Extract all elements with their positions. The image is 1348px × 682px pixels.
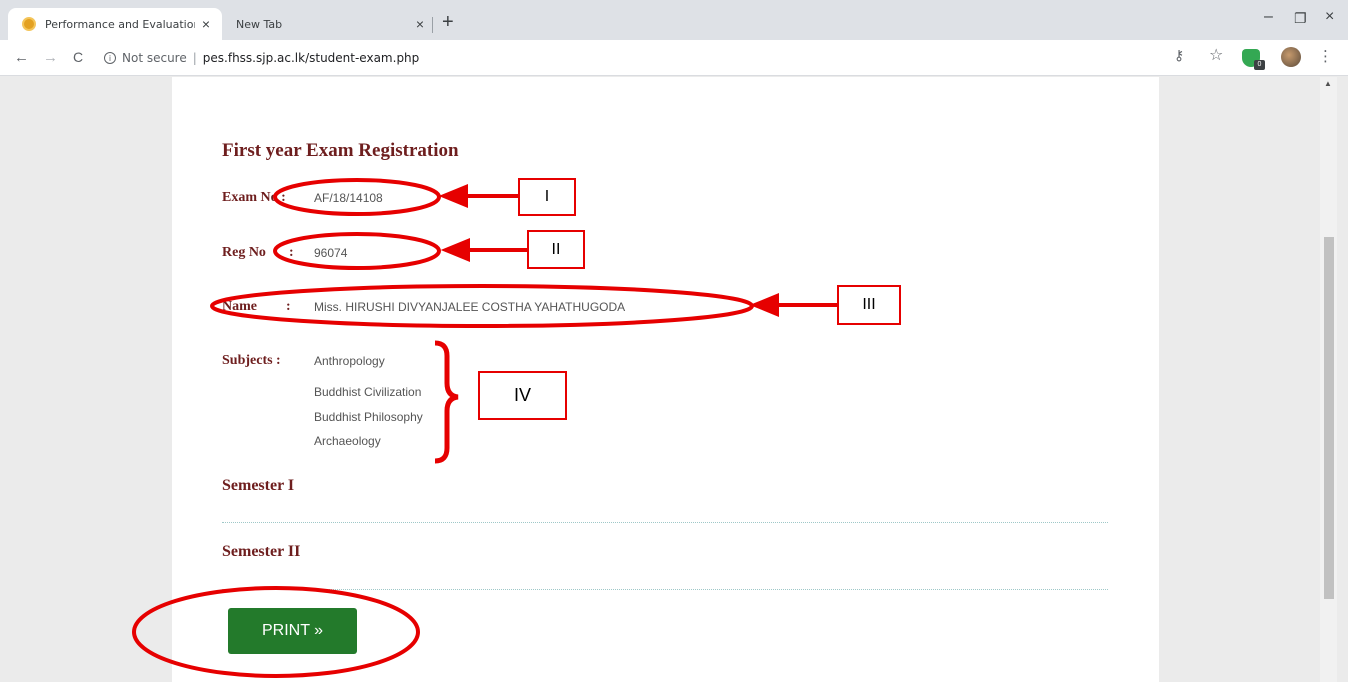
tab-divider [432,17,433,33]
reg-no-label: Reg No [222,245,266,260]
reload-icon[interactable]: C [73,49,83,65]
avatar[interactable] [1281,47,1301,67]
browser-toolbar: ← → C i Not secure | pes.fhss.sjp.ac.lk/… [0,40,1348,76]
annotation-label-1: I [518,178,576,216]
subjects-label: Subjects : [222,353,281,368]
scroll-thumb[interactable] [1324,237,1334,599]
security-status: Not secure [122,51,187,65]
print-button[interactable]: PRINT » [228,608,357,654]
star-icon[interactable]: ☆ [1209,45,1223,65]
extension-badge: 0 [1254,60,1265,70]
close-window-icon[interactable]: × [1325,8,1334,26]
divider [222,589,1108,590]
forward-icon[interactable]: → [43,49,58,66]
reg-no-value: 96074 [314,246,348,260]
scrollbar[interactable]: ▲ [1320,77,1337,682]
reg-no-colon: : [289,245,294,260]
site-favicon-icon [22,17,36,31]
page-viewport: ▲ [0,77,1348,682]
tab-bar: Performance and Evaluation Serv × New Ta… [0,0,1348,40]
address-divider: | [192,51,197,65]
semester-2-heading: Semester II [222,543,301,560]
new-tab-icon[interactable]: + [442,11,454,34]
back-icon[interactable]: ← [14,49,29,66]
subject-item: Buddhist Civilization [314,385,422,399]
tab-title: New Tab [236,17,283,31]
tab-title: Performance and Evaluation Serv [45,17,195,31]
tab-close-icon[interactable]: × [202,16,210,32]
name-colon: : [286,299,291,314]
subject-item: Archaeology [314,434,381,448]
tab-performance-evaluation[interactable]: Performance and Evaluation Serv × [8,8,222,40]
menu-icon[interactable]: ⋮ [1318,47,1333,65]
address-bar[interactable]: i Not secure | pes.fhss.sjp.ac.lk/studen… [104,46,1164,70]
annotation-label-3: III [837,285,901,325]
subject-item: Buddhist Philosophy [314,410,423,424]
annotation-label-2: II [527,230,585,269]
key-icon[interactable]: ⚷ [1174,47,1184,64]
exam-no-value: AF/18/14108 [314,191,383,205]
extension-shield-icon[interactable]: 0 [1242,49,1265,70]
name-value: Miss. HIRUSHI DIVYANJALEE COSTHA YAHATHU… [314,300,626,314]
content-panel [172,77,1159,682]
exam-no-label: Exam No : [222,190,286,205]
page-title: First year Exam Registration [222,140,459,161]
tab-new-tab[interactable]: New Tab × [222,8,436,40]
annotation-label-4: IV [478,371,567,420]
subject-item: Anthropology [314,354,385,368]
semester-1-heading: Semester I [222,477,295,494]
divider [222,522,1108,523]
url-text[interactable]: pes.fhss.sjp.ac.lk/student-exam.php [203,51,420,65]
minimize-icon[interactable]: – [1264,8,1273,26]
maximize-icon[interactable]: ❐ [1294,10,1307,27]
name-label: Name [222,299,257,314]
info-icon[interactable]: i [104,52,116,64]
tab-close-icon[interactable]: × [416,16,424,32]
scroll-up-icon[interactable]: ▲ [1324,79,1332,88]
